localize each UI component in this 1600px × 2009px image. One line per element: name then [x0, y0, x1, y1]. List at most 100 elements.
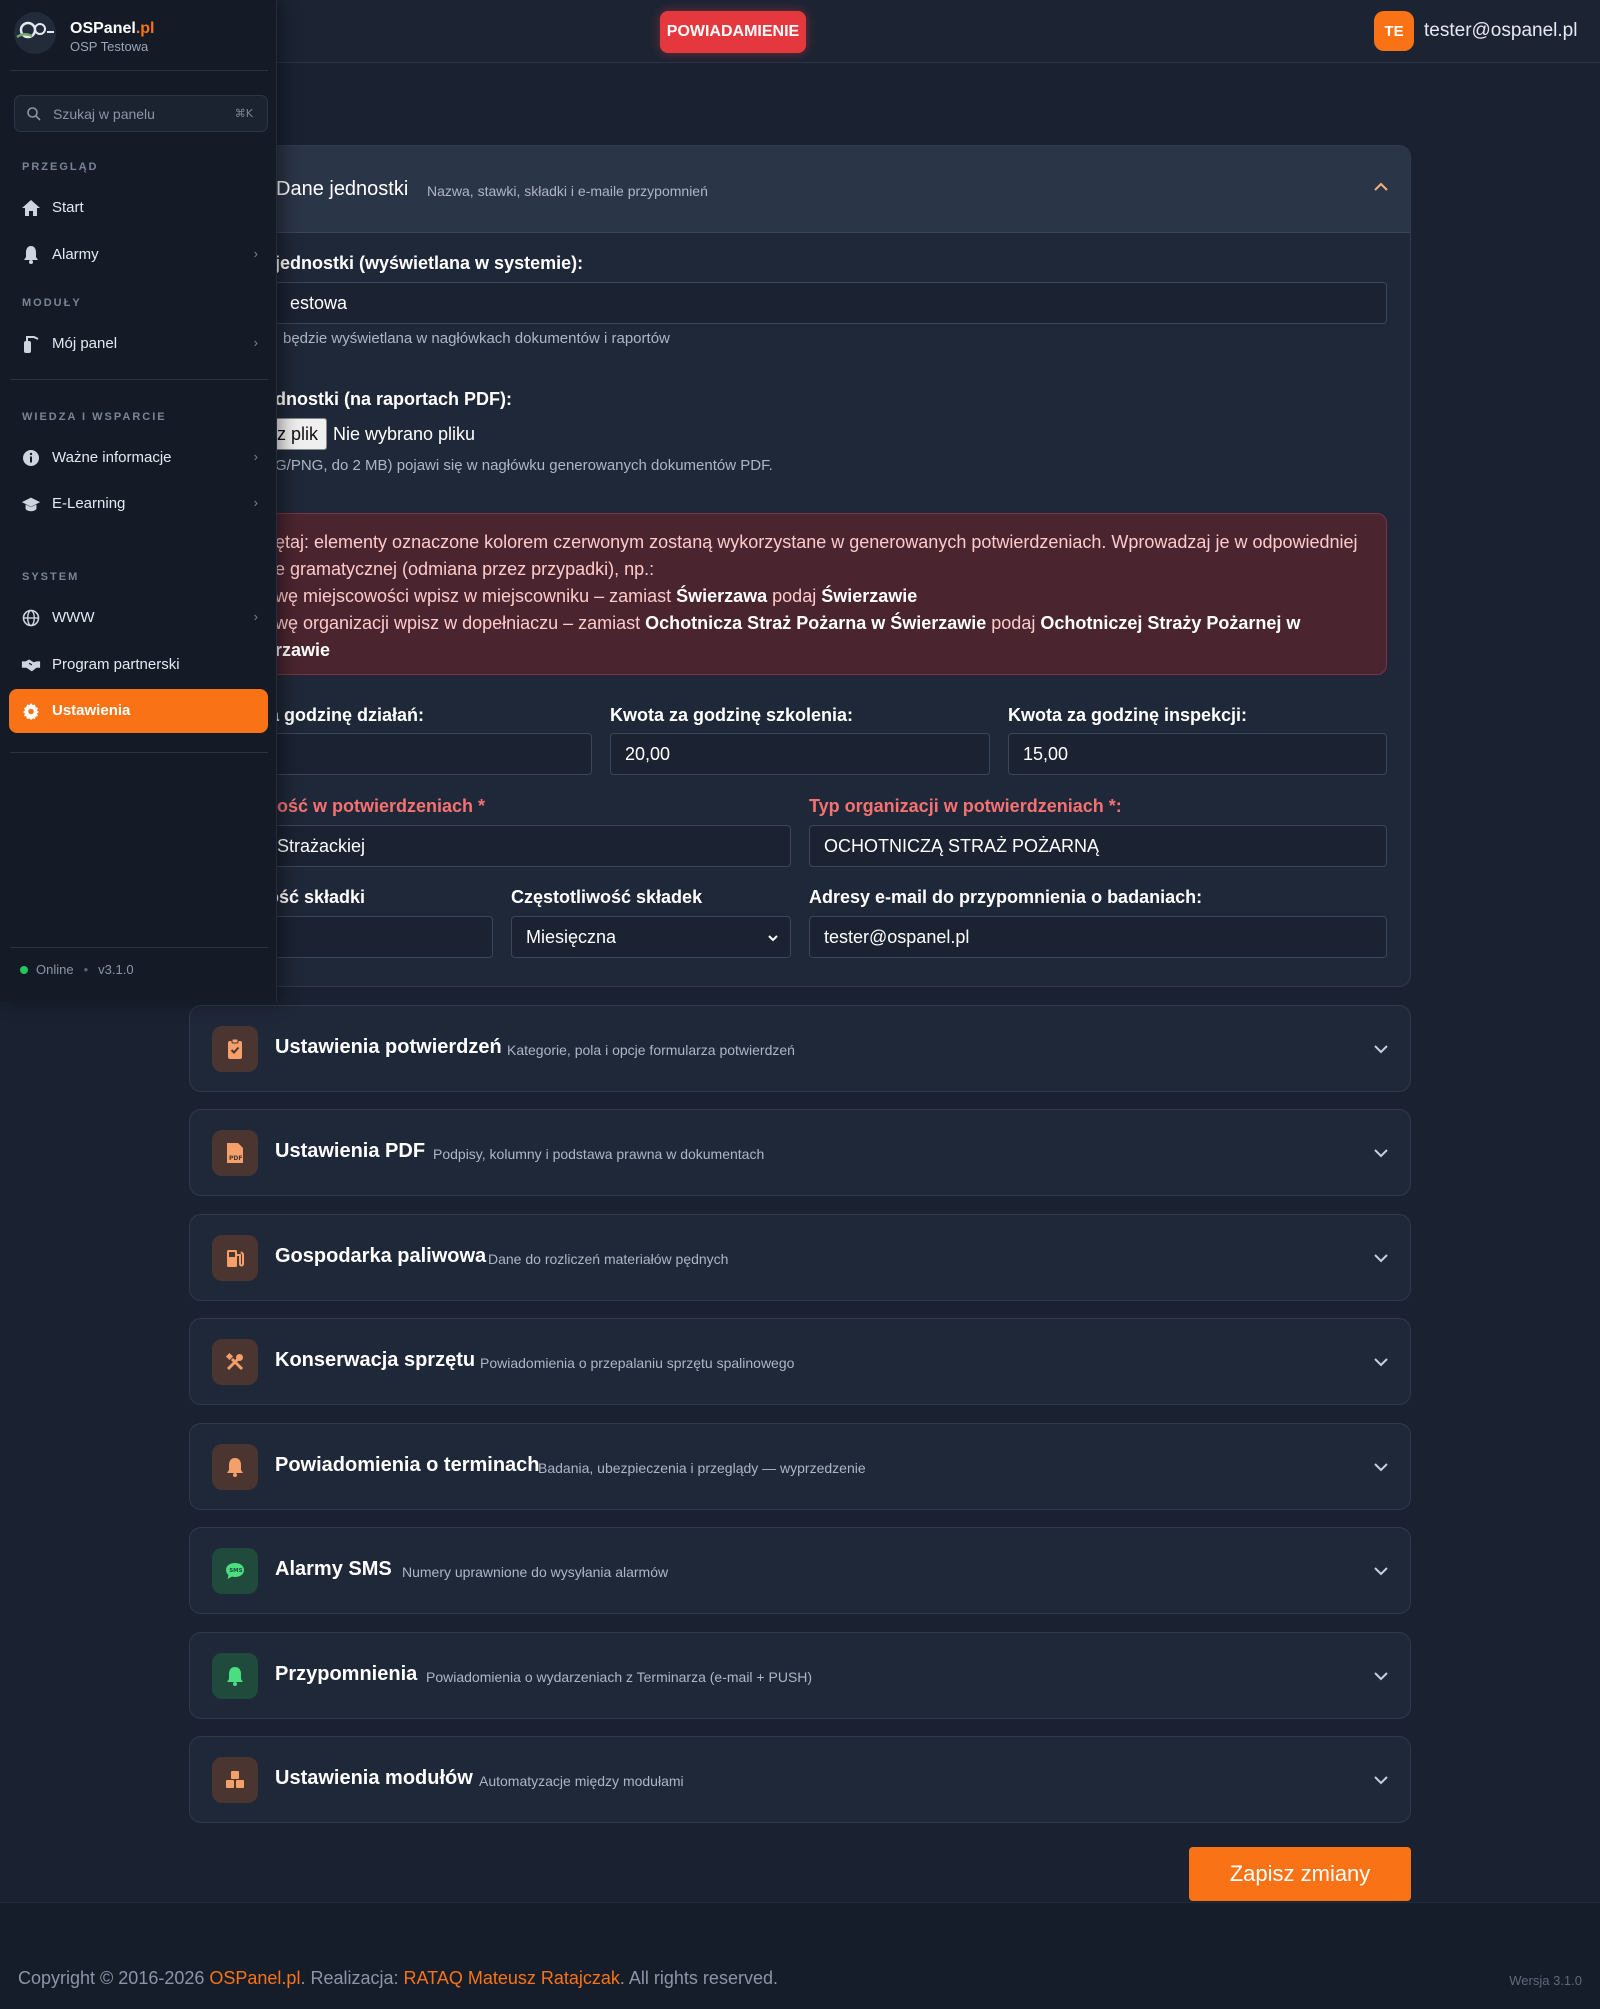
section-system: SYSTEM — [22, 571, 80, 583]
chevron-down-icon — [768, 935, 778, 942]
sidebar-divider — [10, 947, 268, 948]
reminder-emails-label: Adresy e-mail do przypomnienia o badania… — [809, 887, 1203, 907]
version-text: v3.1.0 — [98, 962, 134, 977]
sidebar-status: Online • v3.1.0 — [20, 962, 134, 977]
handshake-icon — [21, 655, 41, 675]
chevron-down-icon[interactable] — [1372, 1353, 1390, 1371]
sidebar-item-label: Alarmy — [52, 246, 99, 263]
unit-data-panel-header[interactable]: Dane jednostki Nazwa, stawki, składki i … — [190, 146, 1410, 233]
alert-button[interactable]: POWIADAMIENIE — [660, 11, 806, 53]
chevron-down-icon[interactable] — [1372, 1249, 1390, 1267]
rate-action-input[interactable] — [260, 733, 592, 775]
panel-modules[interactable]: Ustawienia modułów Automatyzacje między … — [189, 1736, 1411, 1823]
user-email[interactable]: tester@ospanel.pl — [1424, 20, 1577, 42]
panel-title: Powiadomienia o terminach — [275, 1454, 540, 1476]
chevron-down-icon[interactable] — [1372, 1771, 1390, 1789]
reminder-emails-input[interactable]: tester@ospanel.pl — [809, 916, 1387, 958]
brand-link[interactable]: OSPanel.pl — [209, 1968, 300, 1988]
org-type-label: Typ organizacji w potwierdzeniach *: — [809, 796, 1122, 816]
pdf-file-icon: PDF — [212, 1130, 258, 1176]
chevron-right-icon: › — [253, 609, 258, 624]
info-icon — [21, 448, 41, 468]
avatar[interactable]: TE — [1374, 11, 1414, 51]
sidebar-item-label: Ustawienia — [52, 702, 131, 719]
sidebar-item-my-panel[interactable]: Mój panel › — [9, 322, 268, 366]
fee-input[interactable] — [262, 916, 493, 958]
brand-name[interactable]: OSPanel.pl — [70, 20, 154, 38]
sidebar-item-www[interactable]: WWW › — [9, 596, 268, 640]
online-indicator — [20, 965, 28, 974]
sidebar-item-e-learning[interactable]: E-Learning › — [9, 482, 268, 526]
locality-input[interactable]: Strażackiej — [262, 825, 791, 867]
panel-maintenance[interactable]: Konserwacja sprzętu Powiadomienia o prze… — [189, 1318, 1411, 1405]
sidebar-item-settings[interactable]: Ustawienia — [9, 689, 268, 733]
sidebar-item-important-info[interactable]: Ważne informacje › — [9, 436, 268, 480]
note-line-4: wę organizacji wpisz w dopełniaczu – zam… — [275, 613, 1301, 633]
section-knowledge: WIEDZA I WSPARCIE — [22, 411, 167, 423]
sidebar-item-label: Program partnerski — [52, 656, 180, 673]
unit-name-input[interactable]: estowa — [275, 282, 1387, 324]
unit-logo-help: G/PNG, do 2 MB) pojawi się w nagłówku ge… — [275, 457, 773, 474]
chevron-down-icon[interactable] — [1372, 1040, 1390, 1058]
panel-subtitle: Nazwa, stawki, składki i e-maile przypom… — [427, 183, 708, 199]
rate-training-input[interactable]: 20,00 — [610, 733, 990, 775]
sidebar-item-label: WWW — [52, 609, 95, 626]
brand-logo-icon[interactable] — [14, 12, 56, 54]
chevron-down-icon[interactable] — [1372, 1562, 1390, 1580]
panel-title: Ustawienia modułów — [275, 1767, 473, 1789]
panel-title: Ustawienia PDF — [275, 1140, 426, 1162]
chevron-up-icon[interactable] — [1372, 178, 1390, 196]
panel-sms-alarms[interactable]: SMS Alarmy SMS Numery uprawnione do wysy… — [189, 1527, 1411, 1614]
clipboard-check-icon — [212, 1026, 258, 1072]
chevron-right-icon: › — [253, 449, 258, 464]
panel-reminders[interactable]: Przypomnienia Powiadomienia o wydarzenia… — [189, 1632, 1411, 1719]
sidebar-item-label: Mój panel — [52, 335, 118, 352]
sidebar-item-label: Ważne informacje — [52, 449, 172, 466]
grammar-note: ętaj: elementy oznaczone kolorem czerwon… — [196, 513, 1387, 675]
search-placeholder: Szukaj w panelu — [53, 106, 155, 122]
globe-icon — [21, 608, 41, 628]
sidebar-item-partner-program[interactable]: Program partnerski — [9, 643, 268, 687]
search-icon — [27, 107, 41, 121]
rate-training-label: Kwota za godzinę szkolenia: — [610, 705, 854, 725]
file-status: Nie wybrano pliku — [333, 424, 476, 444]
section-overview: PRZEGLĄD — [22, 161, 99, 173]
bell-icon — [212, 1653, 258, 1699]
fee-frequency-label: Częstotliwość składek — [511, 887, 703, 907]
panel-deadlines[interactable]: Powiadomienia o terminach Badania, ubezp… — [189, 1423, 1411, 1510]
gas-pump-icon — [212, 1235, 258, 1281]
author-link[interactable]: RATAQ Mateusz Ratajczak — [404, 1968, 620, 1988]
fee-frequency-select[interactable]: Miesięczna — [511, 916, 791, 958]
panel-title: Dane jednostki — [276, 178, 409, 200]
panel-subtitle: Kategorie, pola i opcje formularza potwi… — [507, 1042, 795, 1058]
fire-extinguisher-icon — [21, 334, 41, 354]
bell-icon — [21, 245, 41, 265]
gear-icon — [21, 701, 41, 721]
chevron-down-icon[interactable] — [1372, 1667, 1390, 1685]
panel-title: Alarmy SMS — [275, 1558, 392, 1580]
panel-fuel[interactable]: Gospodarka paliwowa Dane do rozliczeń ma… — [189, 1214, 1411, 1301]
locality-label: wość w potwierdzeniach * — [263, 796, 486, 816]
sidebar-item-label: E-Learning — [52, 495, 126, 512]
sidebar-divider — [10, 752, 268, 753]
sidebar-item-start[interactable]: Start — [9, 186, 268, 230]
sidebar-search-input[interactable]: Szukaj w panelu ⌘K — [14, 95, 268, 132]
panel-confirmations[interactable]: Ustawienia potwierdzeń Kategorie, pola i… — [189, 1005, 1411, 1092]
unit-name-help: będzie wyświetlana w nagłówkach dokument… — [283, 330, 670, 347]
panel-title: Konserwacja sprzętu — [275, 1349, 476, 1371]
note-line-1: ętaj: elementy oznaczone kolorem czerwon… — [275, 532, 1358, 552]
sidebar-item-label: Start — [52, 199, 84, 216]
sidebar-item-alarms[interactable]: Alarmy › — [9, 233, 268, 277]
chevron-down-icon[interactable] — [1372, 1458, 1390, 1476]
search-shortcut: ⌘K — [234, 107, 253, 120]
bell-icon — [212, 1444, 258, 1490]
org-type-input[interactable]: OCHOTNICZĄ STRAŻ POŻARNĄ — [809, 825, 1387, 867]
panel-pdf[interactable]: PDF Ustawienia PDF Podpisy, kolumny i po… — [189, 1109, 1411, 1196]
chevron-down-icon[interactable] — [1372, 1144, 1390, 1162]
panel-subtitle: Dane do rozliczeń materiałów pędnych — [488, 1251, 729, 1267]
status-text: Online — [36, 962, 74, 977]
rate-inspection-input[interactable]: 15,00 — [1008, 733, 1387, 775]
save-button[interactable]: Zapisz zmiany — [1189, 1847, 1411, 1901]
unit-name-label: jednostki (wyświetlana w systemie): — [275, 253, 584, 273]
cubes-icon — [212, 1757, 258, 1803]
